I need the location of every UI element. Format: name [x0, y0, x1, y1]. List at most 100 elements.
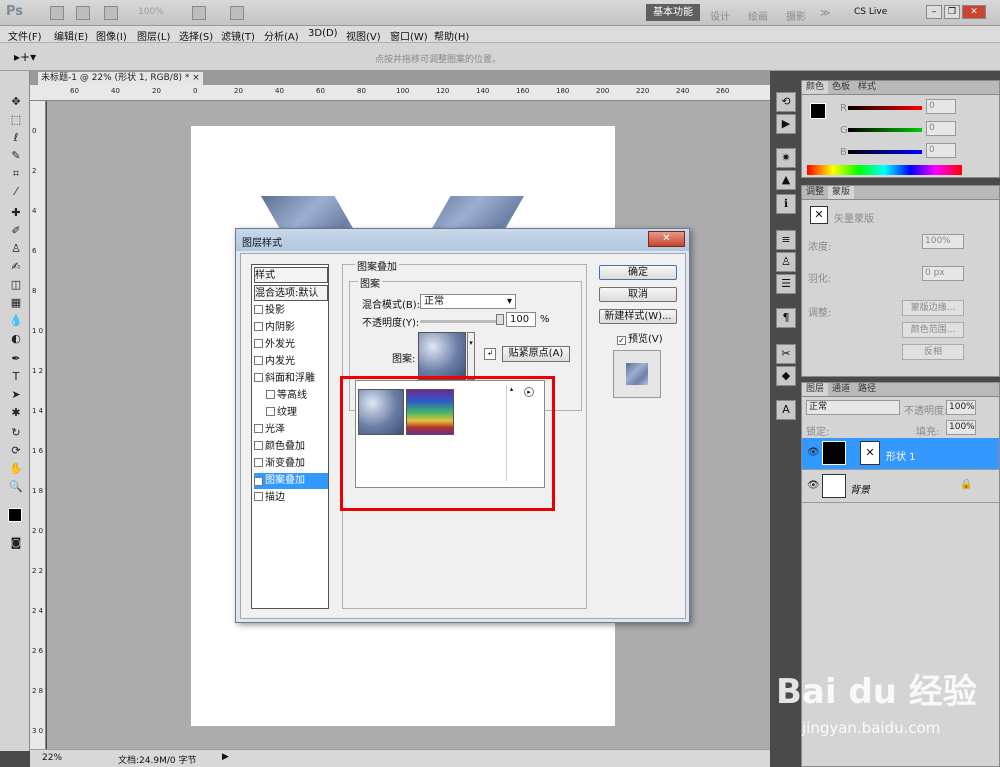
opacity-value[interactable]: 100%: [946, 400, 976, 415]
eyedropper-icon[interactable]: ⁄: [8, 184, 24, 199]
history-panel-icon[interactable]: ⟲: [776, 92, 796, 112]
zoom-level[interactable]: 100%: [138, 7, 164, 17]
pattern-dropdown-arrow[interactable]: ▾: [467, 332, 475, 380]
menu-image[interactable]: 图像(I): [96, 28, 127, 43]
opacity-slider-handle[interactable]: [496, 314, 504, 325]
crop-icon[interactable]: ⌗: [8, 166, 24, 181]
type-icon[interactable]: T: [8, 369, 24, 384]
b-slider[interactable]: [848, 150, 922, 154]
document-tab[interactable]: 未标题-1 @ 22% (形状 1, RGB/8) * ×: [38, 72, 203, 85]
menu-analysis[interactable]: 分析(A): [264, 28, 299, 43]
workspace-design[interactable]: 设计: [710, 8, 730, 23]
dialog-close-button[interactable]: ✕: [648, 231, 685, 247]
dialog-titlebar[interactable]: 图层样式 ✕: [236, 229, 689, 251]
style-color-overlay[interactable]: 颜色叠加: [254, 439, 328, 455]
menu-select[interactable]: 选择(S): [179, 28, 213, 43]
tool-presets-icon[interactable]: ✂: [776, 344, 796, 364]
style-bevel-emboss[interactable]: 斜面和浮雕: [254, 371, 328, 387]
hand-icon[interactable]: ✋: [8, 461, 24, 476]
3d-orbit-icon[interactable]: ⟳: [8, 443, 24, 458]
opacity-slider[interactable]: [420, 320, 502, 323]
feather-value[interactable]: 0 px: [922, 266, 964, 281]
tab-masks[interactable]: 蒙版: [828, 186, 855, 199]
cs-live[interactable]: CS Live: [854, 7, 887, 17]
cancel-button[interactable]: 取消: [599, 287, 677, 302]
dodge-icon[interactable]: ◐: [8, 331, 24, 346]
healing-icon[interactable]: ✚: [8, 205, 24, 220]
style-pattern-overlay[interactable]: ✓ 图案叠加: [254, 473, 328, 489]
status-zoom[interactable]: 22%: [42, 753, 62, 763]
tab-channels[interactable]: 通道: [828, 383, 854, 396]
quick-mask-icon[interactable]: ◙: [8, 535, 24, 550]
brush-icon[interactable]: ✐: [8, 223, 24, 238]
color-ramp[interactable]: [807, 165, 962, 175]
style-outer-glow[interactable]: 外发光: [254, 337, 328, 353]
menu-filter[interactable]: 滤镜(T): [221, 28, 255, 43]
style-texture[interactable]: 纹理: [254, 405, 328, 421]
close-app-button[interactable]: ✕: [962, 5, 986, 19]
checkbox[interactable]: [266, 390, 275, 399]
zoom-icon[interactable]: 🔍: [8, 479, 24, 494]
brush-presets-icon[interactable]: ☰: [776, 274, 796, 294]
blur-icon[interactable]: 💧: [8, 313, 24, 328]
navigator-panel-icon[interactable]: ✷: [776, 148, 796, 168]
pen-icon[interactable]: ✒: [8, 351, 24, 366]
stamp-icon[interactable]: ♙: [8, 241, 24, 256]
eye-icon[interactable]: 👁: [807, 480, 820, 491]
eraser-icon[interactable]: ◫: [8, 277, 24, 292]
tab-color[interactable]: 颜色: [802, 81, 829, 94]
checkbox[interactable]: [254, 373, 263, 382]
styles-header[interactable]: 样式: [254, 267, 328, 283]
workspace-essentials[interactable]: 基本功能: [646, 4, 700, 21]
style-contour[interactable]: 等高线: [254, 388, 328, 404]
more-workspaces[interactable]: ≫: [820, 8, 830, 19]
style-inner-glow[interactable]: 内发光: [254, 354, 328, 370]
checkbox[interactable]: [254, 458, 263, 467]
foreground-color[interactable]: [8, 508, 22, 522]
gradient-icon[interactable]: ▦: [8, 295, 24, 310]
blend-mode-dropdown[interactable]: 正常 ▾: [420, 294, 516, 309]
fill-value[interactable]: 100%: [946, 420, 976, 435]
g-value[interactable]: 0: [926, 121, 956, 136]
screen-mode-icon[interactable]: [230, 6, 244, 20]
eye-icon[interactable]: 👁: [807, 447, 820, 458]
invert-button[interactable]: 反相: [902, 344, 964, 360]
blend-options-item[interactable]: 混合选项:默认: [254, 285, 328, 301]
checkbox[interactable]: [254, 492, 263, 501]
preview-checkbox[interactable]: ✓: [617, 336, 626, 345]
workspace-painting[interactable]: 绘画: [748, 8, 768, 23]
lasso-icon[interactable]: ℓ: [8, 130, 24, 145]
arrange-documents-icon[interactable]: [192, 6, 206, 20]
workspace-photography[interactable]: 摄影: [786, 8, 806, 23]
fg-swatch[interactable]: [810, 103, 826, 119]
menu-window[interactable]: 窗口(W): [390, 28, 428, 43]
g-slider[interactable]: [848, 128, 922, 132]
minibridge-icon[interactable]: [76, 6, 90, 20]
minimize-button[interactable]: –: [926, 5, 942, 19]
paragraph-panel-icon[interactable]: ¶: [776, 308, 796, 328]
close-tab-icon[interactable]: ×: [192, 73, 200, 83]
character-panel-icon[interactable]: A: [776, 400, 796, 420]
r-value[interactable]: 0: [926, 99, 956, 114]
opacity-input[interactable]: 100: [506, 312, 536, 327]
actions-panel-icon[interactable]: ▶: [776, 114, 796, 134]
tab-styles[interactable]: 样式: [854, 81, 880, 94]
layer-row[interactable]: 👁 ✕ 形状 1: [802, 438, 999, 470]
tab-swatches[interactable]: 色板: [828, 81, 854, 94]
color-range-button[interactable]: 颜色范围...: [902, 322, 964, 338]
path-select-icon[interactable]: ➤: [8, 387, 24, 402]
style-drop-shadow[interactable]: 投影: [254, 303, 328, 319]
quick-select-icon[interactable]: ✎: [8, 148, 24, 163]
menu-layer[interactable]: 图层(L): [137, 28, 170, 43]
create-preset-icon[interactable]: ↲: [484, 348, 496, 360]
style-stroke[interactable]: 描边: [254, 490, 328, 506]
checkbox[interactable]: [254, 356, 263, 365]
checkbox[interactable]: [254, 305, 263, 314]
new-style-button[interactable]: 新建样式(W)...: [599, 309, 677, 324]
status-arrow-icon[interactable]: ▶: [222, 752, 229, 762]
move-tool-icon[interactable]: ▸+▾: [14, 50, 36, 64]
clone-source-icon[interactable]: ♙: [776, 252, 796, 272]
view-extras-icon[interactable]: [104, 6, 118, 20]
r-slider[interactable]: [848, 106, 922, 110]
tab-paths[interactable]: 路径: [854, 383, 880, 396]
